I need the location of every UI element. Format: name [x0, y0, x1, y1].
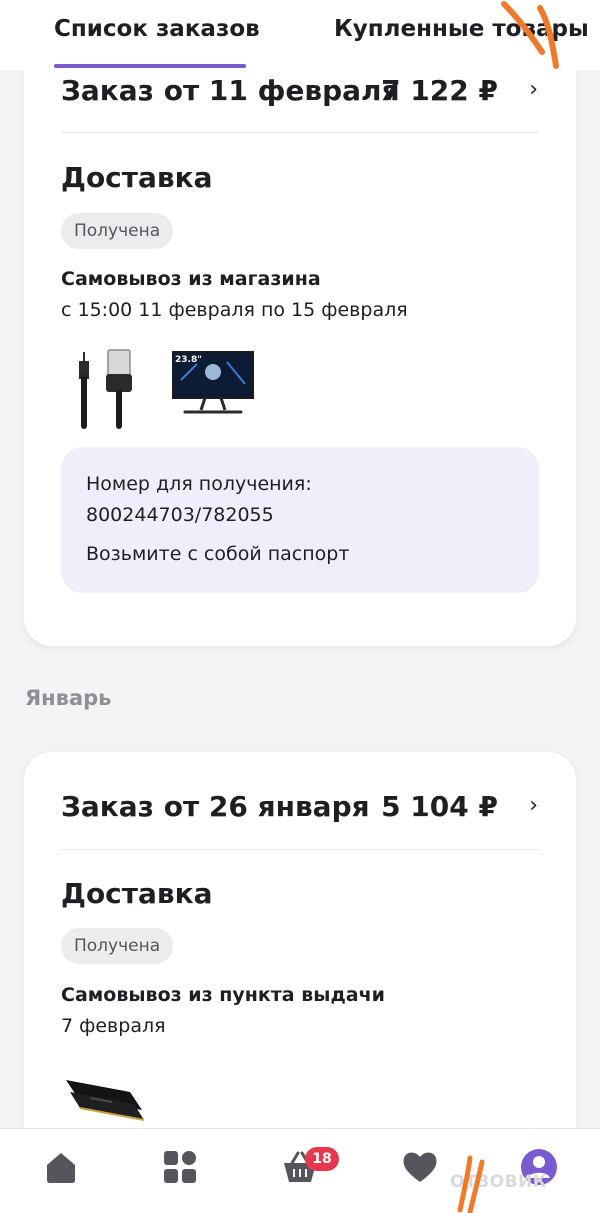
delivery-title: Доставка [61, 161, 213, 194]
pickup-number: 800244703/782055 [86, 504, 274, 526]
divider [61, 849, 539, 850]
watermark: ОТЗОВИК [450, 1172, 548, 1192]
monitor-image[interactable]: 23.8" [167, 340, 257, 430]
pickup-type: Самовывоз из пункта выдачи [61, 984, 385, 1006]
monitor-size-label: 23.8" [175, 355, 202, 365]
order-price: 5 104 ₽ [381, 790, 498, 823]
cart-count-badge: 18 [305, 1147, 339, 1171]
heart-icon[interactable] [400, 1147, 440, 1187]
divider [61, 132, 539, 133]
order-title: Заказ от 11 февраля [61, 74, 400, 107]
order-price: 7 122 ₽ [381, 74, 498, 107]
status-badge: Получена [61, 928, 174, 964]
order-card[interactable]: Заказ от 11 февраля 7 122 ₽ › Доставка П… [24, 30, 576, 646]
bottom-navigation [0, 1128, 600, 1213]
catalog-icon[interactable] [160, 1147, 200, 1187]
orders-screen: Список заказов Купленные товары Заказ от… [0, 0, 600, 1213]
home-icon[interactable] [41, 1147, 81, 1187]
orders-tabs: Список заказов Купленные товары [0, 0, 600, 70]
chevron-right-icon[interactable]: › [529, 77, 538, 102]
tab-purchased-items[interactable]: Купленные товары [334, 16, 589, 42]
pickup-type: Самовывоз из магазина [61, 268, 321, 290]
pickup-info-box: Номер для получения: 800244703/782055 Во… [61, 447, 539, 593]
active-tab-indicator [54, 64, 246, 68]
delivery-title: Доставка [61, 877, 213, 910]
pickup-number-label: Номер для получения: [86, 473, 312, 495]
pickup-date: с 15:00 11 февраля по 15 февраля [61, 299, 408, 321]
chevron-right-icon[interactable]: › [529, 793, 538, 818]
pickup-date: 7 февраля [61, 1015, 166, 1037]
month-label: Январь [25, 686, 112, 710]
usb-cable-image[interactable] [60, 340, 150, 430]
pickup-note: Возьмите с собой паспорт [86, 543, 350, 565]
tab-orders-list[interactable]: Список заказов [54, 16, 260, 42]
status-badge: Получена [61, 213, 174, 249]
order-title: Заказ от 26 января [61, 790, 370, 823]
